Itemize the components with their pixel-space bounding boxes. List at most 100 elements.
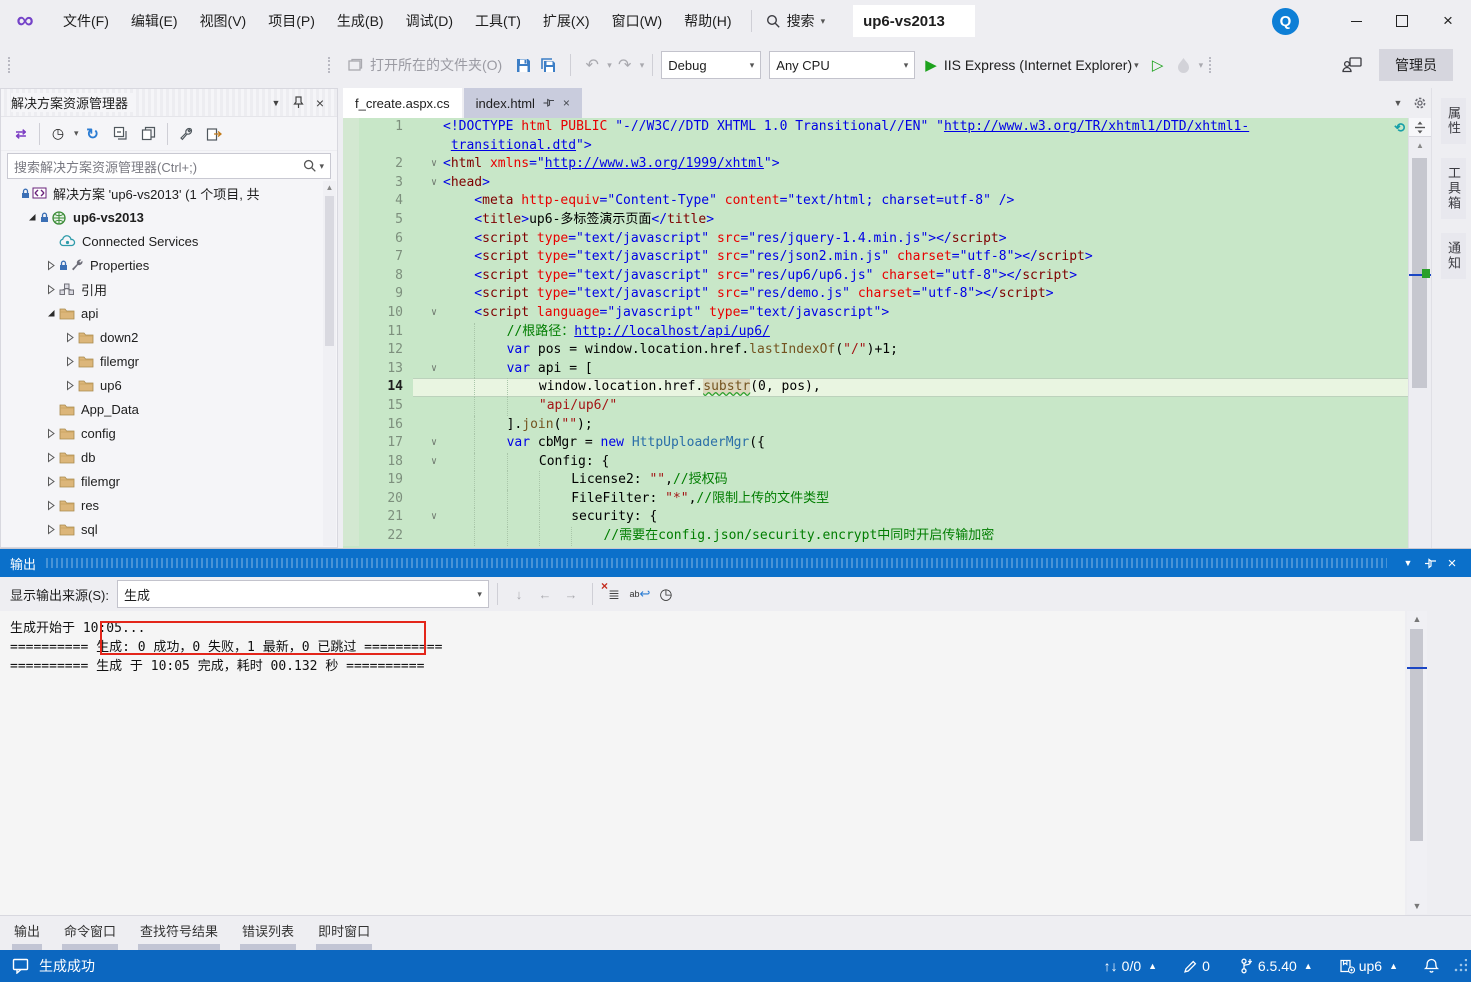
word-wrap-icon[interactable]: ab↩: [629, 582, 651, 606]
breakpoint-margin[interactable]: [343, 192, 359, 211]
live-share-icon[interactable]: [1341, 53, 1363, 77]
goto-message-icon[interactable]: ↓: [508, 582, 530, 606]
fold-chevron-icon[interactable]: ∨: [425, 453, 443, 472]
pin-icon[interactable]: [1419, 553, 1441, 573]
menu-item-3[interactable]: 项目(P): [257, 1, 326, 41]
save-all-button[interactable]: [538, 53, 560, 77]
output-source-select[interactable]: 生成 ▾: [117, 580, 489, 608]
tree-item-9[interactable]: App_Data: [1, 397, 323, 421]
tree-item-11[interactable]: db: [1, 445, 323, 469]
fold-chevron-icon[interactable]: ∨: [425, 434, 443, 453]
scroll-up-icon[interactable]: ▲: [326, 183, 334, 192]
tree-item-1[interactable]: up6-vs2013: [1, 205, 323, 229]
menu-item-2[interactable]: 视图(V): [189, 1, 258, 41]
maximize-button[interactable]: [1379, 0, 1425, 42]
breakpoint-margin[interactable]: [343, 453, 359, 472]
hot-reload-icon[interactable]: [1173, 53, 1195, 77]
tree-item-5[interactable]: api: [1, 301, 323, 325]
pending-edits-button[interactable]: 0: [1183, 958, 1214, 974]
close-icon[interactable]: ×: [563, 96, 570, 110]
sync-status-button[interactable]: ↑↓ 0/0 ▲: [1104, 958, 1157, 974]
scroll-up-icon[interactable]: ▲: [1407, 611, 1427, 627]
menu-item-8[interactable]: 窗口(W): [601, 1, 674, 41]
document-tab-0[interactable]: f_create.aspx.cs: [343, 88, 462, 118]
autohide-tab-2[interactable]: 通知: [1441, 233, 1466, 279]
tree-item-14[interactable]: sql: [1, 517, 323, 541]
show-all-files-icon[interactable]: [138, 122, 160, 146]
expander-closed-icon[interactable]: [62, 380, 78, 391]
expander-closed-icon[interactable]: [43, 524, 59, 535]
tree-item-6[interactable]: down2: [1, 325, 323, 349]
switch-views-icon[interactable]: ⇄: [10, 122, 32, 146]
panel-tab-2[interactable]: 查找符号结果: [138, 916, 220, 951]
feedback-avatar-icon[interactable]: Q: [1272, 8, 1299, 35]
breakpoint-margin[interactable]: [343, 323, 359, 342]
fold-chevron-icon[interactable]: ∨: [425, 155, 443, 174]
message-bubble-icon[interactable]: [12, 958, 29, 974]
scrollbar-thumb[interactable]: [325, 196, 334, 346]
fold-chevron-icon[interactable]: ∨: [425, 174, 443, 193]
scroll-up-icon[interactable]: ▲: [1409, 137, 1431, 154]
menu-item-9[interactable]: 帮助(H): [673, 1, 742, 41]
tree-item-13[interactable]: res: [1, 493, 323, 517]
fold-chevron-icon[interactable]: ∨: [425, 360, 443, 379]
solution-platform-select[interactable]: Any CPU ▾: [769, 51, 915, 79]
open-containing-folder-icon[interactable]: [344, 53, 366, 77]
scroll-down-icon[interactable]: ▼: [1407, 898, 1427, 914]
hot-reload-dropdown-icon[interactable]: ▾: [1199, 60, 1204, 71]
menu-item-0[interactable]: 文件(F): [52, 1, 120, 41]
solution-search-input[interactable]: 搜索解决方案资源管理器(Ctrl+;) ▾: [7, 153, 331, 179]
breakpoint-margin[interactable]: [343, 378, 359, 397]
branch-button[interactable]: 6.5.40 ▲: [1240, 958, 1313, 974]
toolbar-overflow-grip[interactable]: [328, 57, 336, 73]
solution-configuration-select[interactable]: Debug ▾: [661, 51, 761, 79]
redo-button[interactable]: ↷: [614, 53, 636, 77]
breakpoint-margin[interactable]: [343, 490, 359, 509]
expander-closed-icon[interactable]: [43, 260, 59, 271]
breakpoint-margin[interactable]: [343, 471, 359, 490]
breakpoint-margin[interactable]: [343, 230, 359, 249]
breakpoint-margin[interactable]: [343, 118, 359, 137]
pin-icon[interactable]: [287, 93, 309, 113]
sync-with-active-document-icon[interactable]: ↻: [82, 122, 104, 146]
tree-item-2[interactable]: Connected Services: [1, 229, 323, 253]
breakpoint-margin[interactable]: [343, 416, 359, 435]
document-health-icon[interactable]: ⟲: [1394, 120, 1405, 136]
preview-selected-items-icon[interactable]: [203, 122, 225, 146]
editor-scrollbar[interactable]: ▲: [1408, 118, 1431, 548]
breakpoint-margin[interactable]: [343, 508, 359, 527]
scrollbar-thumb[interactable]: [1410, 629, 1423, 841]
toolbar-overflow-grip[interactable]: [1209, 57, 1217, 73]
solution-explorer-titlebar[interactable]: 解决方案资源管理器 ▼ ×: [1, 89, 337, 117]
output-log[interactable]: 生成开始于 10:05...========== 生成: 0 成功，0 失败，1…: [0, 611, 1405, 916]
breakpoint-margin[interactable]: [343, 397, 359, 416]
close-button[interactable]: ×: [1425, 0, 1471, 42]
breakpoint-margin[interactable]: [343, 211, 359, 230]
breakpoint-margin[interactable]: [343, 248, 359, 267]
expander-closed-icon[interactable]: [62, 356, 78, 367]
split-window-handle[interactable]: [1409, 118, 1431, 137]
toolbar-grip[interactable]: [8, 57, 16, 73]
solution-tree-scrollbar[interactable]: ▲: [323, 181, 336, 546]
open-folder-label[interactable]: 打开所在的文件夹(O): [370, 55, 502, 75]
fold-chevron-icon[interactable]: ∨: [425, 304, 443, 323]
breakpoint-margin[interactable]: [343, 137, 359, 156]
redo-dropdown-icon[interactable]: ▾: [640, 60, 645, 71]
minimize-button[interactable]: [1333, 0, 1379, 42]
expander-closed-icon[interactable]: [43, 428, 59, 439]
window-position-dropdown-icon[interactable]: ▼: [1397, 553, 1419, 573]
menu-item-6[interactable]: 工具(T): [464, 1, 532, 41]
breakpoint-margin[interactable]: [343, 527, 359, 546]
tree-item-8[interactable]: up6: [1, 373, 323, 397]
autohide-tab-1[interactable]: 工具箱: [1441, 158, 1466, 219]
expander-closed-icon[interactable]: [43, 452, 59, 463]
tree-item-12[interactable]: filemgr: [1, 469, 323, 493]
breakpoint-margin[interactable]: [343, 304, 359, 323]
panel-tab-4[interactable]: 即时窗口: [316, 916, 372, 951]
autohide-tab-0[interactable]: 属性: [1441, 98, 1466, 144]
chevron-down-icon[interactable]: ▾: [319, 161, 324, 172]
output-titlebar[interactable]: 输出 ▼ ×: [0, 549, 1471, 577]
breakpoint-margin[interactable]: [343, 434, 359, 453]
pin-icon[interactable]: [543, 98, 555, 108]
search-input[interactable]: up6-vs2013: [853, 5, 975, 37]
